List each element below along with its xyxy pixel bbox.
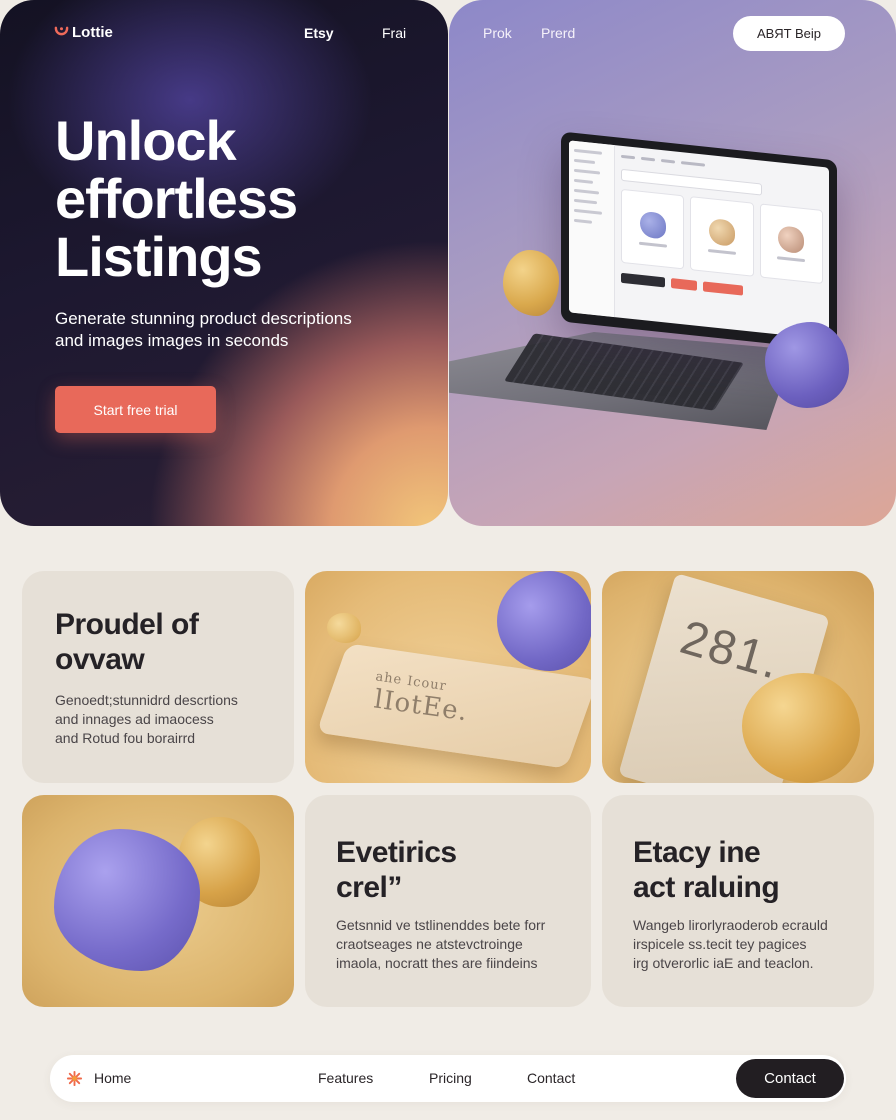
brand-logo[interactable]: Lottie bbox=[54, 24, 113, 41]
feature-card-3: Etacy ine act raluing Wangeb lirorlyraod… bbox=[602, 795, 874, 1007]
hero-image-panel: Prok Prerd ABЯT Beip bbox=[449, 0, 896, 526]
card-body: Getsnnid ve tstlinenddes bete forr craot… bbox=[336, 916, 545, 973]
card-body-line: craotseages ne atstevctroinge bbox=[336, 936, 523, 952]
subtext-line-1: Generate stunning product descriptions bbox=[55, 309, 352, 328]
sparkle-icon bbox=[66, 1070, 83, 1087]
feature-card-1: Proudel of ovvaw Genoedt;stunnidrd descr… bbox=[22, 571, 294, 783]
card-title-line: ovvaw bbox=[55, 643, 145, 676]
card-title-line: Evetirics bbox=[336, 836, 457, 869]
card-title: Etacy ine act raluing bbox=[633, 835, 780, 905]
purple-blob bbox=[765, 322, 849, 408]
logo-icon bbox=[54, 26, 69, 36]
purple-blob bbox=[54, 829, 200, 971]
mockup-main bbox=[621, 152, 823, 333]
card-body-line: irspicele ss.tecit tey pagices bbox=[633, 936, 807, 952]
nav-link-frai[interactable]: Frai bbox=[382, 25, 406, 41]
headline-line-3: Listings bbox=[55, 225, 263, 288]
card-body-line: Wangeb lirorlyraoderob ecrauld bbox=[633, 917, 828, 933]
purple-blob bbox=[497, 571, 591, 671]
nav-link-etsy[interactable]: Etsy bbox=[304, 25, 334, 41]
card-body-line: imaola, nocratt thes are fiindeins bbox=[336, 955, 538, 971]
hero-panel: Lottie Etsy Frai Unlock effortless Listi… bbox=[0, 0, 448, 526]
feature-card-2: Evetirics crel” Getsnnid ve tstlinenddes… bbox=[305, 795, 591, 1007]
mockup-product-cards bbox=[621, 188, 823, 285]
hero-subtext: Generate stunning product descriptions a… bbox=[55, 308, 385, 352]
start-free-trial-button[interactable]: Start free trial bbox=[55, 386, 216, 433]
card-title-line: Proudel of bbox=[55, 608, 199, 641]
app-mockup bbox=[569, 140, 829, 340]
headline-line-1: Unlock bbox=[55, 109, 237, 172]
nav-home[interactable]: Home bbox=[94, 1070, 131, 1086]
card-title-line: crel” bbox=[336, 871, 402, 904]
mockup-card bbox=[690, 196, 754, 277]
mockup-sidebar bbox=[569, 140, 615, 318]
logo-text: Lottie bbox=[72, 24, 113, 41]
bottom-nav-bar: Home Features Pricing Contact Contact bbox=[50, 1055, 846, 1102]
card-body: Wangeb lirorlyraoderob ecrauld irspicele… bbox=[633, 916, 828, 973]
yellow-nugget bbox=[327, 613, 361, 643]
subtext-line-2: and images images in seconds bbox=[55, 331, 289, 350]
mockup-card bbox=[759, 203, 823, 285]
card-title-line: act raluing bbox=[633, 871, 780, 904]
laptop-illustration bbox=[449, 0, 896, 526]
card-body-line: Getsnnid ve tstlinenddes bete forr bbox=[336, 917, 546, 933]
card-body-line: Genoedt;stunnidrd descrtions bbox=[55, 692, 238, 708]
card-body-line: and innages ad imaocess bbox=[55, 711, 214, 727]
card-title: Evetirics crel” bbox=[336, 835, 457, 905]
nav-features[interactable]: Features bbox=[318, 1070, 373, 1086]
image-card-plate: ahe Icour lIotEe. bbox=[305, 571, 591, 783]
card-body: Genoedt;stunnidrd descrtions and innages… bbox=[55, 691, 238, 748]
image-card-tag: 281. bbox=[602, 571, 874, 783]
card-title: Proudel of ovvaw bbox=[55, 607, 199, 677]
card-body-line: irg otverorlic iaE and teaclon. bbox=[633, 955, 814, 971]
laptop-screen bbox=[561, 131, 837, 351]
headline-line-2: effortless bbox=[55, 167, 298, 230]
nav-pricing[interactable]: Pricing bbox=[429, 1070, 472, 1086]
card-title-line: Etacy ine bbox=[633, 836, 761, 869]
nav-contact[interactable]: Contact bbox=[527, 1070, 575, 1086]
mockup-card bbox=[621, 188, 685, 270]
image-card-blobs bbox=[22, 795, 294, 1007]
yellow-blob bbox=[503, 250, 559, 316]
hero-headline: Unlock effortless Listings bbox=[55, 112, 435, 286]
contact-button[interactable]: Contact bbox=[736, 1059, 844, 1098]
card-body-line: and Rotud fou borairrd bbox=[55, 730, 196, 746]
